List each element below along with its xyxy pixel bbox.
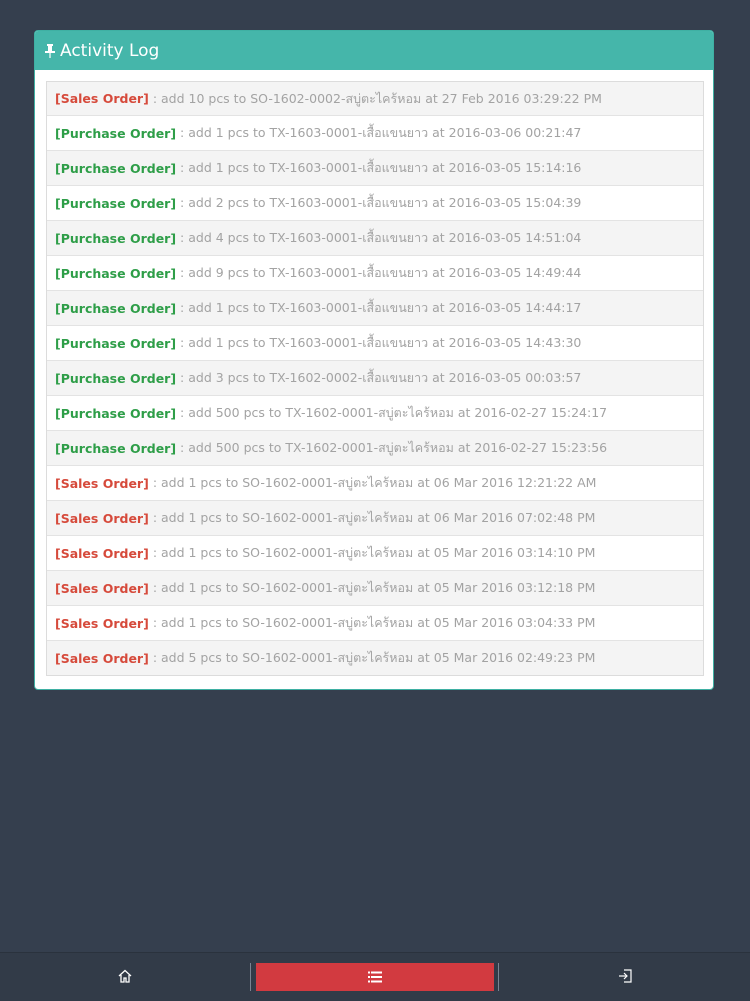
- nav-divider: [498, 963, 499, 991]
- log-row: [Purchase Order]: add 3 pcs to TX-1602-0…: [47, 360, 703, 395]
- sales-order-tag: [Sales Order]: [55, 91, 149, 106]
- sales-order-tag: [Sales Order]: [55, 615, 149, 631]
- nav-divider: [250, 963, 251, 991]
- purchase-order-tag: [Purchase Order]: [55, 370, 177, 386]
- purchase-order-tag: [Purchase Order]: [55, 230, 177, 246]
- logout-button[interactable]: [500, 953, 750, 1001]
- logout-icon: [618, 968, 632, 987]
- purchase-order-tag: [Purchase Order]: [55, 300, 177, 316]
- log-text: : add 1 pcs to TX-1603-0001-เสื้อแขนยาว …: [180, 125, 582, 140]
- log-row: [Sales Order]: add 1 pcs to SO-1602-0001…: [47, 535, 703, 570]
- log-text: : add 1 pcs to SO-1602-0001-สบู่ตะไคร้หอ…: [152, 615, 596, 630]
- log-text: : add 1 pcs to SO-1602-0001-สบู่ตะไคร้หอ…: [152, 580, 596, 595]
- log-row: [Sales Order]: add 1 pcs to SO-1602-0001…: [47, 605, 703, 640]
- sales-order-tag: [Sales Order]: [55, 580, 149, 596]
- log-text: : add 10 pcs to SO-1602-0002-สบู่ตะไคร้ห…: [152, 90, 602, 106]
- activity-log-list: [Sales Order]: add 10 pcs to SO-1602-000…: [46, 81, 704, 676]
- log-text: : add 5 pcs to SO-1602-0001-สบู่ตะไคร้หอ…: [152, 650, 596, 665]
- log-text: : add 1 pcs to TX-1603-0001-เสื้อแขนยาว …: [180, 335, 582, 350]
- log-text: : add 500 pcs to TX-1602-0001-สบู่ตะไคร้…: [180, 440, 608, 455]
- log-row: [Purchase Order]: add 4 pcs to TX-1603-0…: [47, 220, 703, 255]
- log-row: [Sales Order]: add 5 pcs to SO-1602-0001…: [47, 640, 703, 675]
- home-icon: [118, 968, 132, 987]
- activity-log-panel: Activity Log [Sales Order]: add 10 pcs t…: [34, 30, 714, 690]
- log-row: [Purchase Order]: add 500 pcs to TX-1602…: [47, 430, 703, 465]
- log-text: : add 2 pcs to TX-1603-0001-เสื้อแขนยาว …: [180, 195, 582, 210]
- purchase-order-tag: [Purchase Order]: [55, 125, 177, 141]
- log-row: [Purchase Order]: add 500 pcs to TX-1602…: [47, 395, 703, 430]
- log-row: [Purchase Order]: add 2 pcs to TX-1603-0…: [47, 185, 703, 220]
- log-row: [Purchase Order]: add 9 pcs to TX-1603-0…: [47, 255, 703, 290]
- sales-order-tag: [Sales Order]: [55, 545, 149, 561]
- activity-log-button[interactable]: [256, 963, 494, 991]
- log-text: : add 1 pcs to SO-1602-0001-สบู่ตะไคร้หอ…: [152, 475, 597, 490]
- log-row: [Sales Order]: add 1 pcs to SO-1602-0001…: [47, 500, 703, 535]
- sales-order-tag: [Sales Order]: [55, 650, 149, 666]
- log-row: [Sales Order]: add 1 pcs to SO-1602-0001…: [47, 465, 703, 500]
- log-row: [Sales Order]: add 1 pcs to SO-1602-0001…: [47, 570, 703, 605]
- log-text: : add 1 pcs to SO-1602-0001-สบู่ตะไคร้หอ…: [152, 545, 596, 560]
- purchase-order-tag: [Purchase Order]: [55, 335, 177, 351]
- purchase-order-tag: [Purchase Order]: [55, 160, 177, 176]
- log-row: [Sales Order]: add 10 pcs to SO-1602-000…: [47, 82, 703, 115]
- bottom-nav-bar: [0, 952, 750, 1001]
- home-button[interactable]: [0, 953, 250, 1001]
- panel-header: Activity Log: [35, 31, 713, 70]
- list-icon: [368, 968, 382, 987]
- log-text: : add 1 pcs to TX-1603-0001-เสื้อแขนยาว …: [180, 160, 582, 175]
- log-row: [Purchase Order]: add 1 pcs to TX-1603-0…: [47, 290, 703, 325]
- log-row: [Purchase Order]: add 1 pcs to TX-1603-0…: [47, 150, 703, 185]
- log-text: : add 1 pcs to SO-1602-0001-สบู่ตะไคร้หอ…: [152, 510, 596, 525]
- log-text: : add 9 pcs to TX-1603-0001-เสื้อแขนยาว …: [180, 265, 582, 280]
- purchase-order-tag: [Purchase Order]: [55, 440, 177, 456]
- purchase-order-tag: [Purchase Order]: [55, 195, 177, 211]
- purchase-order-tag: [Purchase Order]: [55, 265, 177, 281]
- panel-title: Activity Log: [60, 40, 160, 61]
- log-text: : add 500 pcs to TX-1602-0001-สบู่ตะไคร้…: [180, 405, 608, 420]
- log-row: [Purchase Order]: add 1 pcs to TX-1603-0…: [47, 325, 703, 360]
- log-text: : add 3 pcs to TX-1602-0002-เสื้อแขนยาว …: [180, 370, 582, 385]
- log-text: : add 4 pcs to TX-1603-0001-เสื้อแขนยาว …: [180, 230, 582, 245]
- pin-icon: [44, 43, 56, 58]
- purchase-order-tag: [Purchase Order]: [55, 405, 177, 421]
- log-row: [Purchase Order]: add 1 pcs to TX-1603-0…: [47, 115, 703, 150]
- sales-order-tag: [Sales Order]: [55, 475, 149, 491]
- log-text: : add 1 pcs to TX-1603-0001-เสื้อแขนยาว …: [180, 300, 582, 315]
- sales-order-tag: [Sales Order]: [55, 510, 149, 526]
